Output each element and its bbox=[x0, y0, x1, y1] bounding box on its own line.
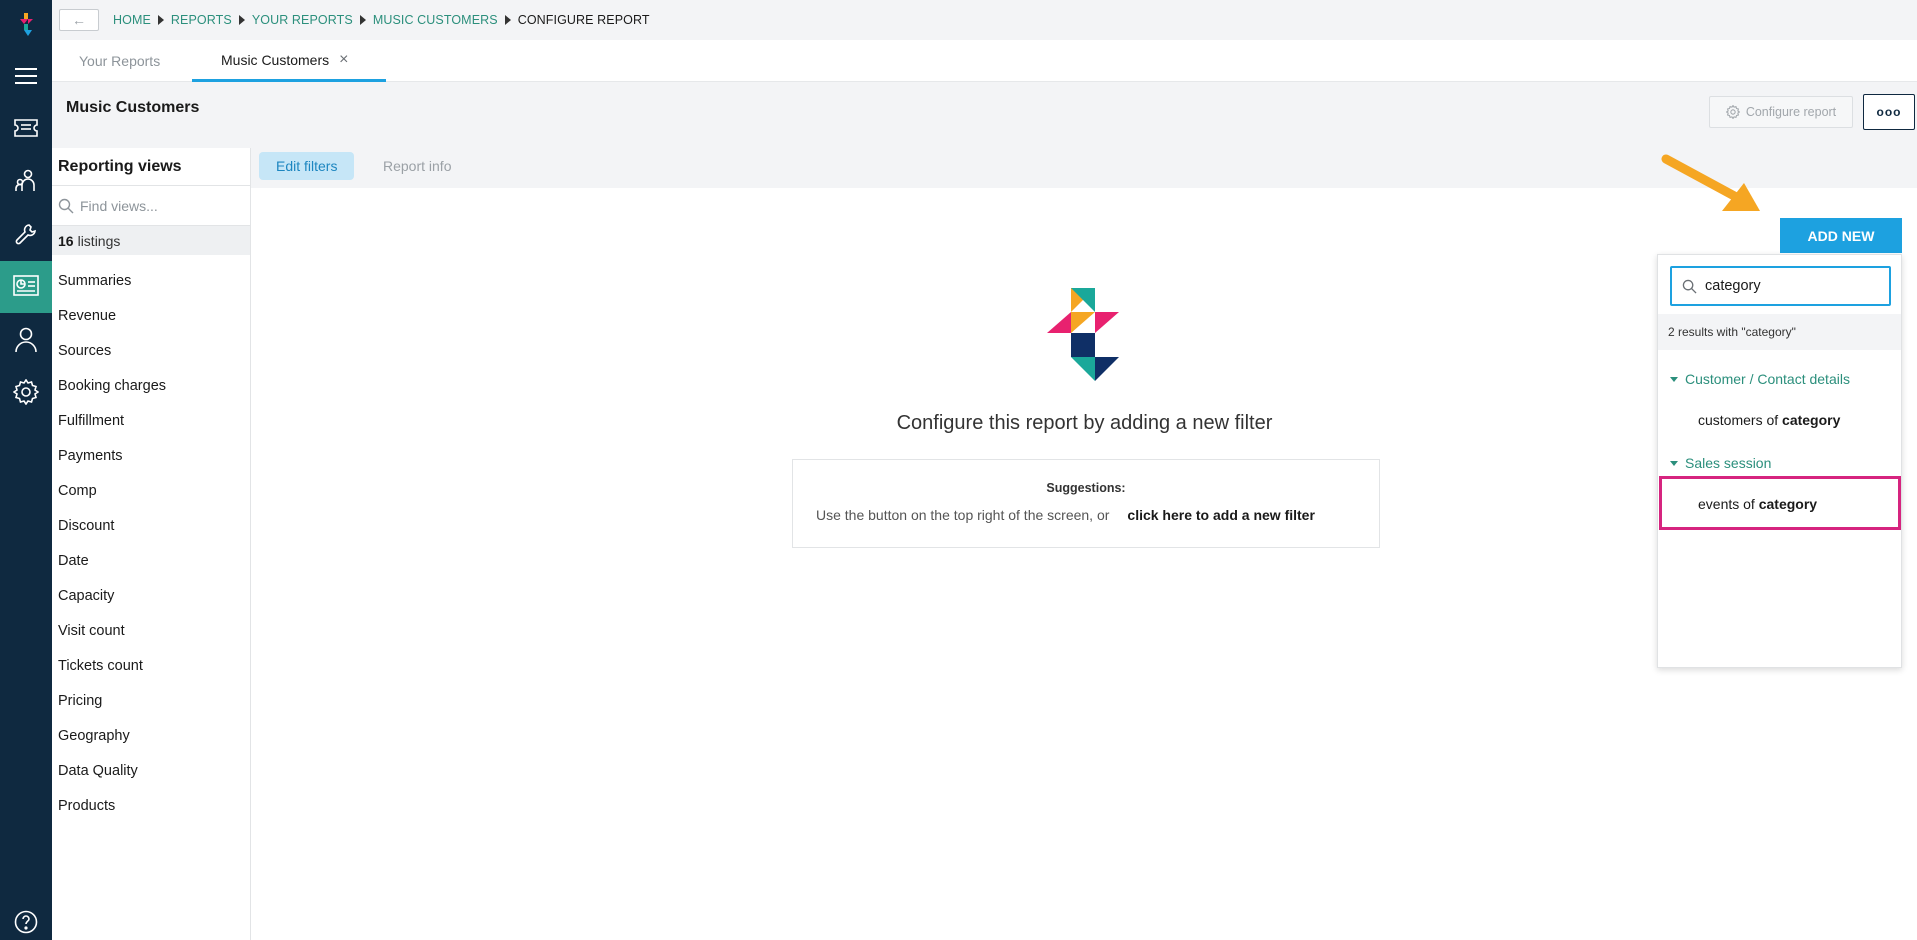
ticket-icon[interactable] bbox=[0, 108, 52, 148]
filter-search-dropdown: category 2 results with "category" Custo… bbox=[1657, 254, 1902, 668]
tab-music-customers[interactable]: Music Customers × bbox=[192, 40, 386, 82]
tab-your-reports[interactable]: Your Reports bbox=[79, 40, 160, 82]
breadcrumb-music-customers[interactable]: MUSIC CUSTOMERS bbox=[373, 13, 498, 27]
annotation-arrow-icon bbox=[1661, 154, 1760, 211]
tab-report-info[interactable]: Report info bbox=[366, 152, 468, 180]
gear-icon bbox=[1725, 105, 1740, 119]
search-placeholder: Find views... bbox=[80, 197, 158, 214]
sidebar-item-pricing[interactable]: Pricing bbox=[52, 683, 250, 718]
views-search-input[interactable]: Find views... bbox=[52, 186, 250, 226]
search-icon bbox=[1682, 279, 1697, 294]
sidebar-item-payments[interactable]: Payments bbox=[52, 438, 250, 473]
menu-icon[interactable] bbox=[0, 56, 52, 96]
breadcrumb-separator-icon bbox=[504, 15, 511, 25]
caret-down-icon bbox=[1670, 460, 1678, 466]
breadcrumb: ← HOME REPORTS YOUR REPORTS MUSIC CUSTOM… bbox=[52, 0, 1917, 40]
sidebar-item-sources[interactable]: Sources bbox=[52, 333, 250, 368]
sidebar-item-discount[interactable]: Discount bbox=[52, 508, 250, 543]
sidebar-item-data-quality[interactable]: Data Quality bbox=[52, 753, 250, 788]
group-sales-session[interactable]: Sales session bbox=[1670, 455, 1771, 471]
sidebar-item-summaries[interactable]: Summaries bbox=[52, 263, 250, 298]
breadcrumb-separator-icon bbox=[359, 15, 366, 25]
sidebar-item-booking-charges[interactable]: Booking charges bbox=[52, 368, 250, 403]
configure-report-button[interactable]: Configure report bbox=[1709, 96, 1853, 128]
group-label: Sales session bbox=[1685, 455, 1772, 471]
help-icon[interactable] bbox=[0, 902, 52, 940]
breadcrumb-separator-icon bbox=[238, 15, 245, 25]
tab-edit-filters[interactable]: Edit filters bbox=[259, 152, 355, 180]
more-options-button[interactable]: ooo bbox=[1863, 94, 1915, 130]
add-new-button[interactable]: ADD NEW bbox=[1780, 218, 1902, 253]
listings-count-value: 16 bbox=[58, 232, 74, 249]
add-filter-link[interactable]: click here to add a new filter bbox=[1127, 507, 1315, 523]
results-count: 2 results with "category" bbox=[1658, 314, 1901, 350]
tab-label: Music Customers bbox=[221, 51, 330, 68]
sidebar-item-comp[interactable]: Comp bbox=[52, 473, 250, 508]
app-logo-icon bbox=[1047, 288, 1119, 381]
app-logo-icon[interactable] bbox=[0, 5, 52, 45]
filter-search-value: category bbox=[1705, 278, 1761, 294]
search-icon bbox=[58, 198, 74, 213]
reports-icon[interactable] bbox=[0, 261, 52, 313]
left-nav-rail bbox=[0, 0, 52, 940]
suggestion-text: Use the button on the top right of the s… bbox=[816, 507, 1110, 523]
users-icon[interactable] bbox=[0, 161, 52, 201]
sidebar-item-geography[interactable]: Geography bbox=[52, 718, 250, 753]
reporting-views-sidebar: Reporting views Find views... 16 listing… bbox=[52, 148, 251, 940]
sidebar-item-fulfillment[interactable]: Fulfillment bbox=[52, 403, 250, 438]
settings-icon[interactable] bbox=[0, 372, 52, 412]
views-list: Summaries Revenue Sources Booking charge… bbox=[52, 255, 250, 823]
listings-count: 16 listings bbox=[52, 226, 250, 255]
highlight-box bbox=[1659, 476, 1901, 530]
tab-bar: Your Reports Music Customers × bbox=[52, 40, 1917, 82]
tab-label: Your Reports bbox=[79, 53, 161, 69]
suggestions-box: Suggestions: Use the button on the top r… bbox=[792, 459, 1380, 548]
suggestions-heading: Suggestions: bbox=[1046, 481, 1126, 495]
breadcrumb-home[interactable]: HOME bbox=[113, 13, 151, 27]
result-customers-of-category[interactable]: customers of category bbox=[1698, 412, 1840, 428]
breadcrumb-current: CONFIGURE REPORT bbox=[517, 13, 650, 27]
result-prefix: customers of bbox=[1698, 412, 1783, 428]
person-icon[interactable] bbox=[0, 320, 52, 360]
back-button[interactable]: ← bbox=[59, 9, 99, 31]
listings-count-label: listings bbox=[77, 232, 121, 249]
sidebar-item-tickets-count[interactable]: Tickets count bbox=[52, 648, 250, 683]
sidebar-item-products[interactable]: Products bbox=[52, 788, 250, 823]
close-icon[interactable]: × bbox=[339, 51, 348, 69]
group-label: Customer / Contact details bbox=[1685, 371, 1850, 387]
breadcrumb-reports[interactable]: REPORTS bbox=[171, 13, 232, 27]
sidebar-item-visit-count[interactable]: Visit count bbox=[52, 613, 250, 648]
sidebar-title: Reporting views bbox=[52, 148, 250, 186]
sidebar-item-revenue[interactable]: Revenue bbox=[52, 298, 250, 333]
result-term: category bbox=[1782, 412, 1841, 428]
filter-search-input[interactable]: category bbox=[1670, 266, 1891, 306]
report-header: Music Customers Configure report ooo Edi… bbox=[52, 82, 1917, 188]
configure-report-label: Configure report bbox=[1745, 105, 1837, 119]
sidebar-item-capacity[interactable]: Capacity bbox=[52, 578, 250, 613]
group-customer-contact-details[interactable]: Customer / Contact details bbox=[1670, 371, 1850, 387]
sidebar-item-date[interactable]: Date bbox=[52, 543, 250, 578]
breadcrumb-separator-icon bbox=[157, 15, 164, 25]
breadcrumb-your-reports[interactable]: YOUR REPORTS bbox=[252, 13, 353, 27]
wrench-icon[interactable] bbox=[0, 214, 52, 254]
page-title: Music Customers bbox=[66, 99, 200, 116]
back-arrow-icon: ← bbox=[72, 12, 86, 28]
caret-down-icon bbox=[1670, 376, 1678, 382]
